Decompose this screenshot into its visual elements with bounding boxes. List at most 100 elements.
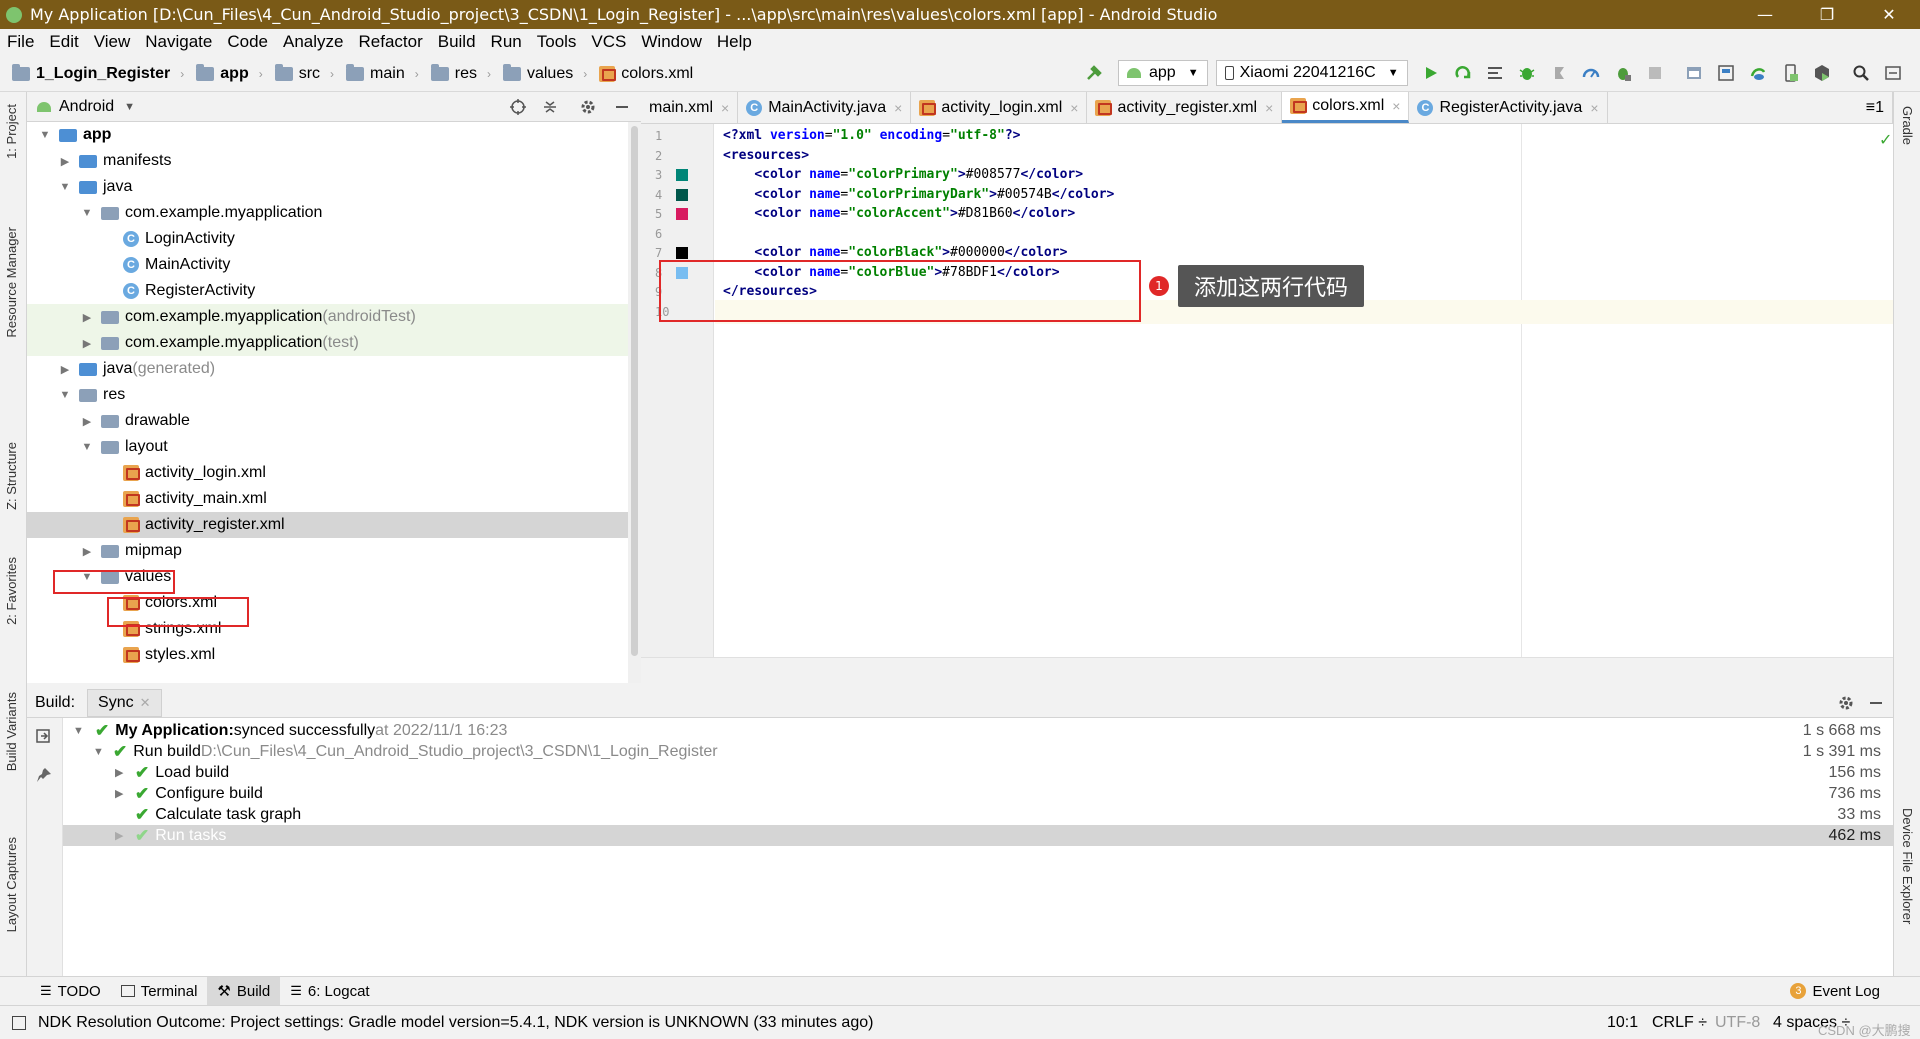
collapse-arrow-icon[interactable]: ▶ bbox=[115, 787, 129, 800]
expand-arrow-icon[interactable]: ▼ bbox=[59, 181, 71, 193]
layout-inspector-icon[interactable] bbox=[1713, 60, 1739, 86]
code-line[interactable]: <color name="colorPrimary">#008577</colo… bbox=[723, 167, 1083, 182]
collapse-arrow-icon[interactable]: ▶ bbox=[81, 545, 93, 558]
project-scrollbar[interactable] bbox=[628, 122, 641, 683]
expand-arrow-icon[interactable]: ▼ bbox=[81, 207, 93, 219]
build-row-run-build[interactable]: ▼ ✔ Run build D:\Cun_Files\4_Cun_Android… bbox=[63, 741, 1893, 762]
tree-item-layout[interactable]: ▼ layout bbox=[27, 434, 641, 460]
menu-analyze[interactable]: Analyze bbox=[276, 32, 351, 52]
collapse-arrow-icon[interactable]: ▶ bbox=[115, 829, 129, 842]
tab-mainactivity-java[interactable]: C MainActivity.java × bbox=[738, 92, 912, 123]
tree-item-mipmap[interactable]: ▶ mipmap bbox=[27, 538, 641, 564]
gear-icon[interactable] bbox=[1837, 694, 1855, 712]
editor-horizontal-scroll[interactable] bbox=[641, 657, 1893, 683]
breadcrumb-item[interactable]: values › bbox=[491, 63, 587, 83]
project-tool-tab[interactable]: 1: Project bbox=[4, 104, 19, 159]
settings-sync-icon[interactable] bbox=[1880, 60, 1906, 86]
code-line[interactable]: <color name="colorBlack">#000000</color> bbox=[723, 245, 1067, 260]
menu-tools[interactable]: Tools bbox=[530, 32, 585, 52]
menu-help[interactable]: Help bbox=[710, 32, 760, 52]
expand-arrow-icon[interactable]: ▼ bbox=[39, 129, 51, 141]
tree-item-package[interactable]: ▼ com.example.myapplication bbox=[27, 200, 641, 226]
menu-vcs[interactable]: VCS bbox=[584, 32, 634, 52]
breadcrumb-item[interactable]: 1_Login_Register › bbox=[0, 63, 184, 83]
structure-tool-tab[interactable]: Z: Structure bbox=[4, 442, 19, 510]
collapse-arrow-icon[interactable]: ▶ bbox=[81, 337, 93, 350]
tabs-overflow-button[interactable]: ≡1 bbox=[1858, 92, 1893, 123]
resource-manager-tool-tab[interactable]: Resource Manager bbox=[4, 227, 19, 338]
gear-icon[interactable] bbox=[579, 98, 597, 116]
todo-tool-button[interactable]: ☰ TODO bbox=[30, 977, 111, 1005]
chevron-down-icon[interactable]: ▼ bbox=[124, 101, 135, 113]
tab-activity-login-xml[interactable]: activity_login.xml × bbox=[911, 92, 1088, 123]
collapse-arrow-icon[interactable]: ▶ bbox=[81, 415, 93, 428]
color-swatch-icon[interactable] bbox=[676, 169, 688, 181]
menu-file[interactable]: File bbox=[0, 32, 42, 52]
close-icon[interactable]: ✕ bbox=[140, 695, 151, 710]
sync-gradle-icon[interactable] bbox=[1745, 60, 1771, 86]
hammer-icon[interactable] bbox=[1081, 60, 1107, 86]
color-swatch-icon[interactable] bbox=[676, 208, 688, 220]
code-line[interactable]: <?xml version="1.0" encoding="utf-8"?> bbox=[723, 128, 1020, 143]
pin-icon[interactable] bbox=[35, 766, 53, 784]
search-icon[interactable] bbox=[1848, 60, 1874, 86]
tree-item-drawable[interactable]: ▶ drawable bbox=[27, 408, 641, 434]
code-line[interactable]: <resources> bbox=[723, 148, 809, 163]
tree-item-loginactivity[interactable]: C LoginActivity bbox=[27, 226, 641, 252]
tree-item-res[interactable]: ▼ res bbox=[27, 382, 641, 408]
rerun-icon[interactable] bbox=[35, 728, 53, 746]
close-button[interactable]: ✕ bbox=[1858, 0, 1920, 29]
tree-item-package-test[interactable]: ▶ com.example.myapplication (test) bbox=[27, 330, 641, 356]
color-swatch-icon[interactable] bbox=[676, 247, 688, 259]
breadcrumb-item[interactable]: colors.xml bbox=[587, 65, 693, 83]
collapse-arrow-icon[interactable]: ▶ bbox=[59, 363, 71, 376]
project-view-select[interactable]: Android bbox=[59, 98, 114, 116]
close-icon[interactable]: × bbox=[894, 100, 902, 116]
menu-run[interactable]: Run bbox=[484, 32, 530, 52]
menu-view[interactable]: View bbox=[87, 32, 139, 52]
sdk-manager-icon[interactable] bbox=[1809, 60, 1835, 86]
hide-panel-icon[interactable] bbox=[613, 98, 631, 116]
tab-main-xml[interactable]: main.xml × bbox=[641, 92, 739, 123]
file-encoding[interactable]: UTF-8 bbox=[1715, 1014, 1760, 1032]
tab-activity-register-xml[interactable]: activity_register.xml × bbox=[1087, 92, 1283, 123]
tree-item-manifests[interactable]: ▶ manifests bbox=[27, 148, 641, 174]
close-icon[interactable]: × bbox=[1392, 98, 1400, 114]
build-row-synced[interactable]: ▼ ✔ My Application: synced successfully … bbox=[63, 720, 1893, 741]
logcat-tool-button[interactable]: ☰ 6: Logcat bbox=[280, 977, 379, 1005]
menu-window[interactable]: Window bbox=[634, 32, 709, 52]
tree-item-package-androidtest[interactable]: ▶ com.example.myapplication (androidTest… bbox=[27, 304, 641, 330]
collapse-arrow-icon[interactable]: ▶ bbox=[81, 311, 93, 324]
expand-arrow-icon[interactable]: ▼ bbox=[93, 746, 107, 758]
event-log-button[interactable]: 3 Event Log bbox=[1780, 977, 1890, 1005]
collapse-arrow-icon[interactable]: ▶ bbox=[115, 766, 129, 779]
tab-registeractivity-java[interactable]: C RegisterActivity.java × bbox=[1409, 92, 1608, 123]
run-icon[interactable] bbox=[1418, 60, 1444, 86]
build-row-task-graph[interactable]: ✔ Calculate task graph 33 ms bbox=[63, 804, 1893, 825]
close-icon[interactable]: × bbox=[1070, 100, 1078, 116]
build-variants-tool-tab[interactable]: Build Variants bbox=[4, 692, 19, 771]
close-icon[interactable]: × bbox=[1590, 100, 1598, 116]
debug-icon[interactable] bbox=[1514, 60, 1540, 86]
attach-debugger-icon[interactable] bbox=[1610, 60, 1636, 86]
breadcrumb-item[interactable]: app › bbox=[184, 63, 263, 83]
run-config-select[interactable]: app ▼ bbox=[1118, 60, 1208, 86]
tree-item-java[interactable]: ▼ java bbox=[27, 174, 641, 200]
device-select[interactable]: Xiaomi 22041216C ▼ bbox=[1215, 60, 1408, 86]
coverage-icon[interactable] bbox=[1546, 60, 1572, 86]
tree-item-styles-xml[interactable]: styles.xml bbox=[27, 642, 641, 668]
tab-colors-xml[interactable]: colors.xml × bbox=[1282, 92, 1410, 123]
code-line[interactable]: <color name="colorAccent">#D81B60</color… bbox=[723, 206, 1075, 221]
line-separator[interactable]: CRLF ÷ bbox=[1652, 1014, 1707, 1032]
tree-item-registeractivity[interactable]: C RegisterActivity bbox=[27, 278, 641, 304]
expand-arrow-icon[interactable]: ▼ bbox=[59, 389, 71, 401]
maximize-button[interactable]: ❐ bbox=[1796, 0, 1858, 29]
caret-position[interactable]: 10:1 bbox=[1607, 1014, 1638, 1032]
close-icon[interactable]: × bbox=[1265, 100, 1273, 116]
tree-item-activity-register[interactable]: activity_register.xml bbox=[27, 512, 641, 538]
build-row-configure[interactable]: ▶ ✔ Configure build 736 ms bbox=[63, 783, 1893, 804]
hide-panel-icon[interactable] bbox=[1867, 694, 1885, 712]
menu-refactor[interactable]: Refactor bbox=[351, 32, 430, 52]
gradle-tool-tab[interactable]: Gradle bbox=[1900, 106, 1915, 145]
tree-item-java-generated[interactable]: ▶ java (generated) bbox=[27, 356, 641, 382]
